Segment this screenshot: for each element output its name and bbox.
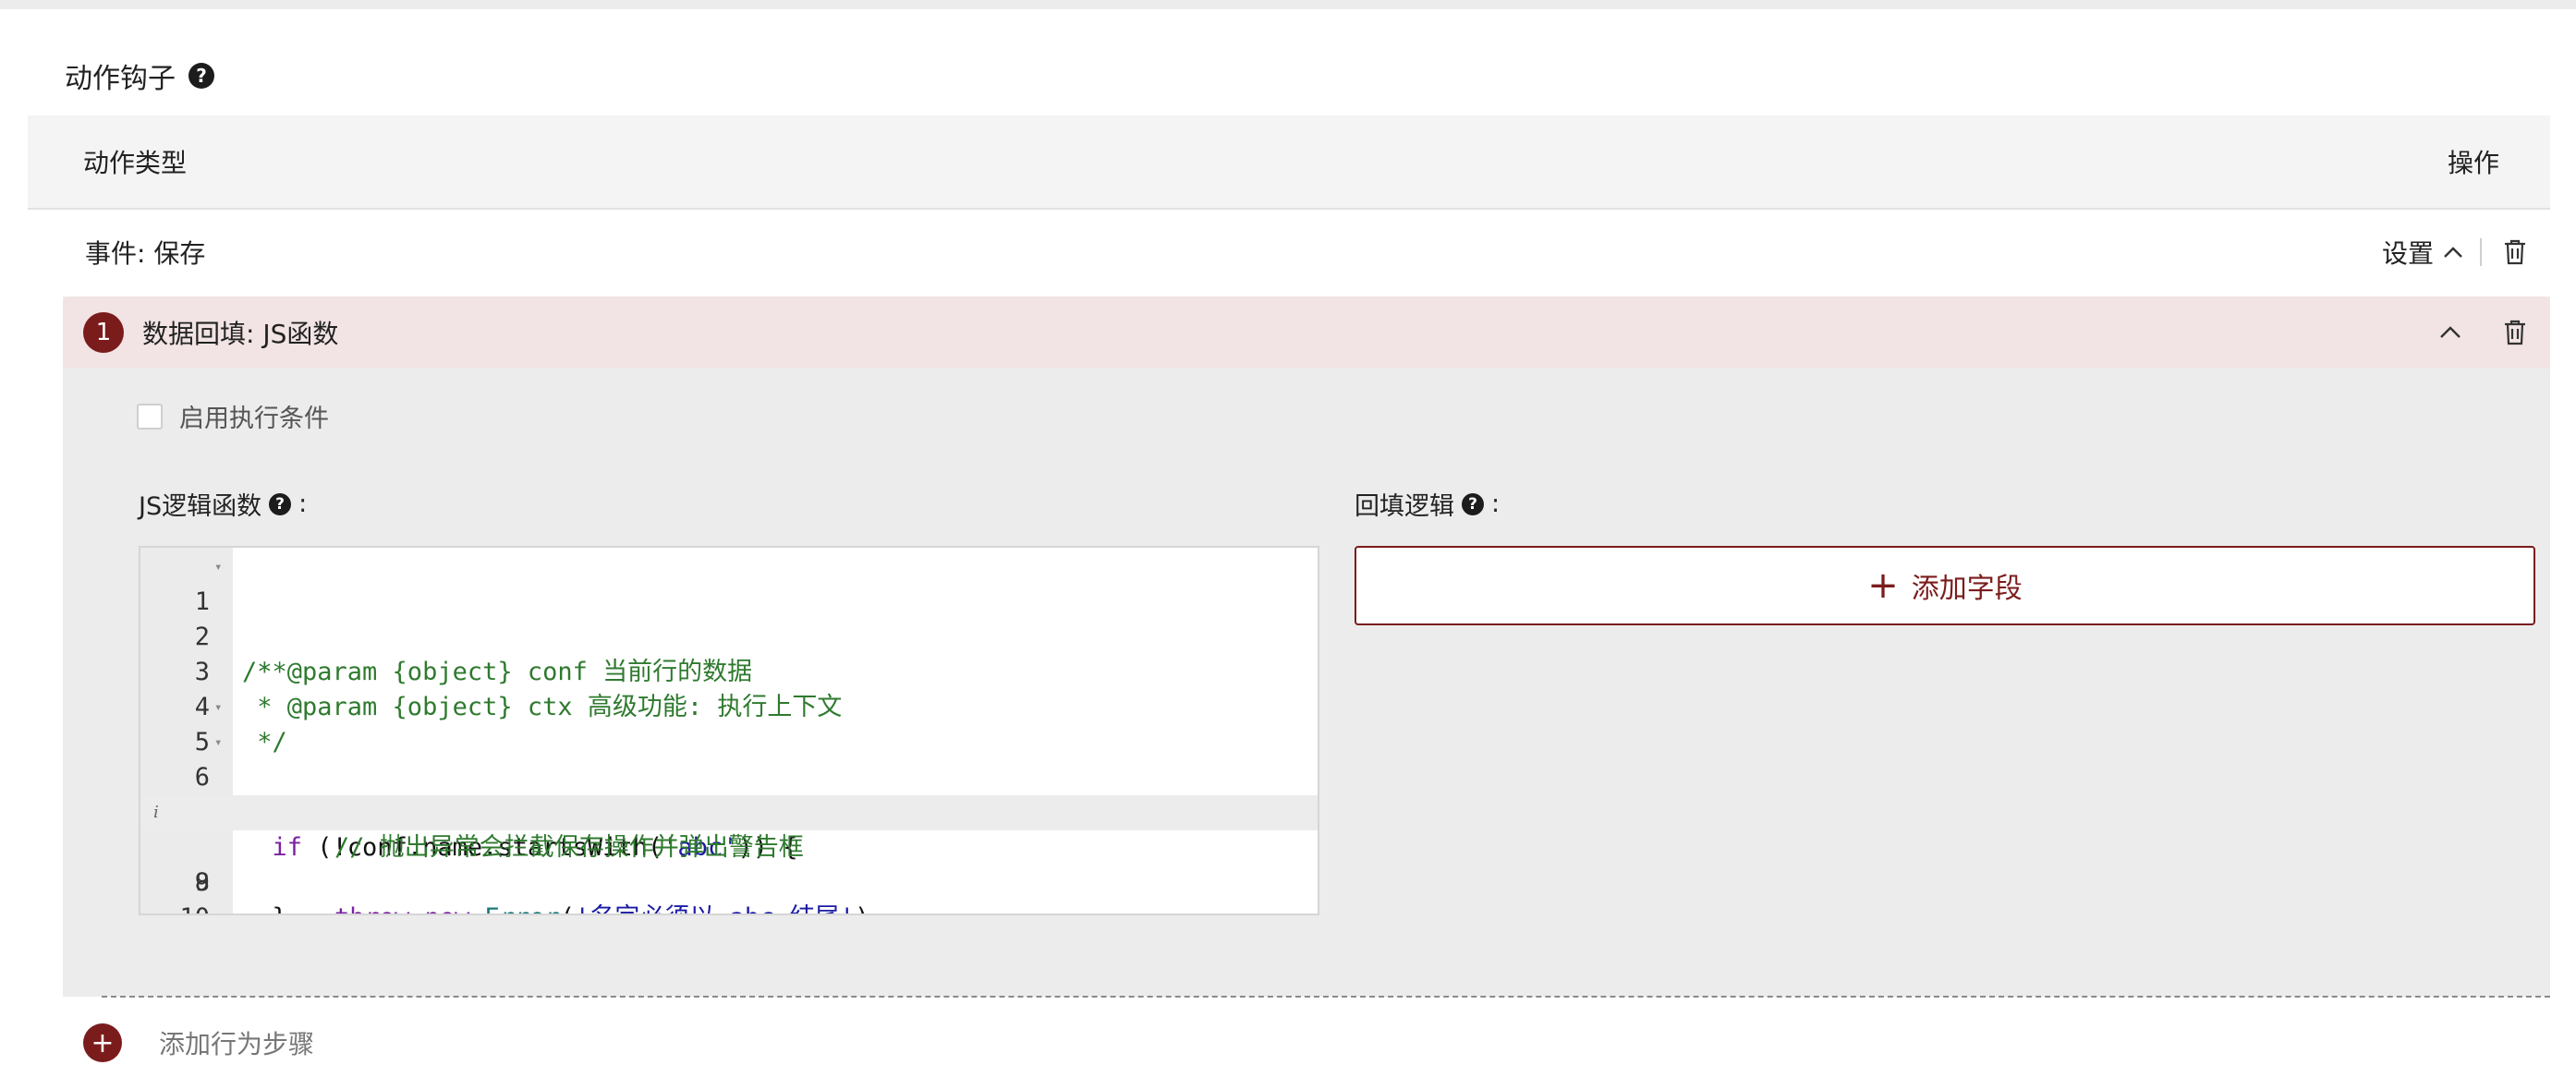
js-function-label-text: JS逻辑函数 <box>139 492 262 521</box>
fold-arrow-icon[interactable]: ▾ <box>214 690 222 725</box>
code-line-10: 10 } <box>140 865 1318 914</box>
column-header-action-type: 动作类型 <box>83 148 188 178</box>
add-step-label: 添加行为步骤 <box>159 1029 315 1059</box>
add-field-label: 添加字段 <box>1911 573 2023 605</box>
question-circle-icon[interactable]: ? <box>188 63 214 89</box>
enable-condition-option[interactable]: 启用执行条件 <box>137 398 329 434</box>
enable-condition-label: 启用执行条件 <box>179 405 329 433</box>
chevron-up-icon <box>2440 326 2461 338</box>
label-colon: : <box>298 490 308 518</box>
delete-event-button[interactable] <box>2498 236 2532 269</box>
dashed-divider <box>102 996 2550 998</box>
step-number-badge: 1 <box>83 312 124 353</box>
trash-icon <box>2505 320 2525 345</box>
enable-condition-checkbox[interactable] <box>137 403 163 430</box>
plus-circle-icon: + <box>83 1023 122 1062</box>
line-number: 10 <box>140 901 210 914</box>
column-header-operations: 操作 <box>2447 148 2499 178</box>
step-title: 数据回填: JS函数 <box>142 319 339 349</box>
code-editor[interactable]: 1 ▾ /** 2 * @param {object} conf 当前行的数据 … <box>139 546 1319 915</box>
label-colon: : <box>1491 490 1501 518</box>
code-line-6: 6 ▾ if (!conf.name.startsWith('abc')) { <box>140 725 1318 862</box>
js-function-label: JS逻辑函数 ? : <box>139 486 307 522</box>
action-hooks-card: 动作钩子 ? 动作类型 操作 事件: 保存 设置 1 数据回填: JS函数 启用… <box>0 9 2576 1077</box>
code-line-7: 7 // 抛出异常会拦截保存操作并弹出警告框 <box>140 760 1318 862</box>
info-icon[interactable]: i <box>153 795 159 830</box>
add-step-button[interactable]: + 添加行为步骤 <box>83 1023 314 1062</box>
plus-icon: + <box>1867 564 1899 607</box>
add-field-button[interactable]: + 添加字段 <box>1355 546 2535 625</box>
code-line-4: 4 */ <box>140 655 1318 756</box>
event-row: 事件: 保存 设置 <box>28 210 2550 295</box>
table-header: 动作类型 操作 <box>28 115 2550 210</box>
settings-label: 设置 <box>2381 238 2434 269</box>
section-title-text: 动作钩子 <box>65 63 176 95</box>
fold-arrow-icon[interactable]: ▾ <box>214 725 222 760</box>
collapse-step-button[interactable] <box>2434 316 2467 349</box>
event-label: 事件: 保存 <box>85 238 206 269</box>
code-line-2: 2 * @param {object} conf 当前行的数据 <box>140 585 1318 686</box>
code-text: throw new Error('名字必须以 abc 结尾') <box>334 901 869 914</box>
section-title: 动作钩子 ? <box>65 55 214 96</box>
chevron-up-icon <box>2444 247 2462 258</box>
fill-logic-label: 回填逻辑 ? : <box>1355 486 1500 522</box>
question-circle-icon[interactable]: ? <box>269 492 292 515</box>
divider <box>2480 238 2482 266</box>
step-panel: 1 数据回填: JS函数 启用执行条件 JS逻辑函数 ? : 回填逻辑 ? : <box>63 296 2550 997</box>
delete-step-button[interactable] <box>2498 316 2532 349</box>
question-circle-icon[interactable]: ? <box>1462 492 1484 515</box>
settings-toggle-button[interactable]: 设置 <box>2382 234 2463 271</box>
code-line-5: 5 ▾ function run(conf, ctx){ <box>140 690 1318 827</box>
step-header[interactable]: 1 数据回填: JS函数 <box>63 296 2550 369</box>
fold-arrow-icon[interactable]: ▾ <box>214 550 222 585</box>
code-line-8: i 8 throw new Error('名字必须以 abc 结尾') <box>140 795 1318 914</box>
code-line-3: 3 * @param {object} ctx 高级功能: 执行上下文 <box>140 620 1318 721</box>
event-row-operations: 设置 <box>2382 210 2532 295</box>
code-line-1: 1 ▾ /** <box>140 550 1318 686</box>
code-line-9: 9 } <box>140 830 1318 914</box>
trash-icon <box>2505 239 2525 265</box>
fill-logic-label-text: 回填逻辑 <box>1355 492 1454 521</box>
step-operations <box>2434 296 2532 369</box>
